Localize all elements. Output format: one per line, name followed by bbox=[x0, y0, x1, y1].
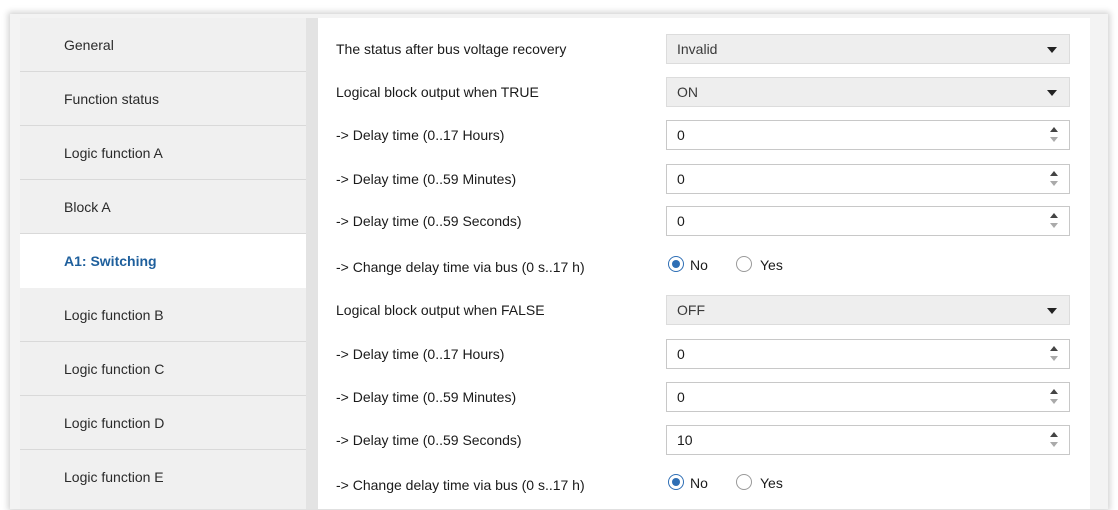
param-row-false-delay-seconds: -> Delay time (0..59 Seconds) bbox=[318, 425, 1090, 467]
false-delay-seconds-stepper[interactable] bbox=[666, 425, 1070, 455]
param-label: -> Delay time (0..59 Minutes) bbox=[336, 389, 517, 405]
param-row-true-delay-minutes: -> Delay time (0..59 Minutes) bbox=[318, 164, 1090, 206]
radio-no-label[interactable]: No bbox=[690, 250, 708, 280]
param-label: Logical block output when TRUE bbox=[336, 84, 539, 100]
param-label: -> Delay time (0..17 Hours) bbox=[336, 127, 505, 143]
parameter-panel: The status after bus voltage recovery In… bbox=[318, 18, 1090, 509]
output-when-true-select[interactable]: ON bbox=[666, 77, 1070, 107]
sidebar-item-block-a[interactable]: Block A bbox=[20, 180, 306, 234]
sidebar-item-a1-switching[interactable]: A1: Switching bbox=[20, 234, 306, 288]
true-delay-minutes-stepper[interactable] bbox=[666, 164, 1070, 194]
chevron-down-icon bbox=[1047, 90, 1057, 96]
param-row-output-when-false: Logical block output when FALSE OFF bbox=[318, 295, 1090, 337]
sidebar-item-logic-function-b[interactable]: Logic function B bbox=[20, 288, 306, 342]
output-when-false-select[interactable]: OFF bbox=[666, 295, 1070, 325]
false-delay-seconds-input[interactable] bbox=[667, 426, 1047, 454]
radio-no[interactable] bbox=[668, 474, 684, 490]
panel-divider[interactable] bbox=[306, 18, 318, 509]
stepper-arrows-icon[interactable] bbox=[1049, 127, 1059, 145]
param-row-true-delay-hours: -> Delay time (0..17 Hours) bbox=[318, 120, 1090, 162]
radio-yes-label[interactable]: Yes bbox=[760, 468, 783, 498]
true-delay-hours-input[interactable] bbox=[667, 121, 1047, 149]
param-row-true-change-delay-via-bus: -> Change delay time via bus (0 s..17 h)… bbox=[318, 250, 1090, 292]
stepper-arrows-icon[interactable] bbox=[1049, 213, 1059, 231]
select-value: OFF bbox=[677, 302, 705, 318]
stepper-arrows-icon[interactable] bbox=[1049, 171, 1059, 189]
stepper-arrows-icon[interactable] bbox=[1049, 432, 1059, 450]
sidebar-item-logic-function-e[interactable]: Logic function E bbox=[20, 450, 306, 504]
param-row-bus-recovery-status: The status after bus voltage recovery In… bbox=[318, 34, 1090, 76]
stepper-arrows-icon[interactable] bbox=[1049, 346, 1059, 364]
select-value: ON bbox=[677, 84, 698, 100]
radio-yes-label[interactable]: Yes bbox=[760, 250, 783, 280]
false-delay-hours-stepper[interactable] bbox=[666, 339, 1070, 369]
radio-yes[interactable] bbox=[736, 474, 752, 490]
sidebar-item-logic-function-c[interactable]: Logic function C bbox=[20, 342, 306, 396]
sidebar-item-logic-function-a[interactable]: Logic function A bbox=[20, 126, 306, 180]
chevron-down-icon bbox=[1047, 308, 1057, 314]
sidebar-item-function-status[interactable]: Function status bbox=[20, 72, 306, 126]
param-label: -> Delay time (0..59 Seconds) bbox=[336, 432, 522, 448]
true-delay-hours-stepper[interactable] bbox=[666, 120, 1070, 150]
param-row-output-when-true: Logical block output when TRUE ON bbox=[318, 77, 1090, 119]
param-label: The status after bus voltage recovery bbox=[336, 41, 567, 57]
param-label: Logical block output when FALSE bbox=[336, 302, 545, 318]
select-value: Invalid bbox=[677, 41, 718, 57]
sidebar: General Function status Logic function A… bbox=[20, 18, 306, 509]
param-label: -> Delay time (0..59 Minutes) bbox=[336, 171, 517, 187]
true-delay-seconds-input[interactable] bbox=[667, 207, 1047, 235]
false-delay-hours-input[interactable] bbox=[667, 340, 1047, 368]
sidebar-item-general[interactable]: General bbox=[20, 18, 306, 72]
true-delay-minutes-input[interactable] bbox=[667, 165, 1047, 193]
radio-no-label[interactable]: No bbox=[690, 468, 708, 498]
stepper-arrows-icon[interactable] bbox=[1049, 389, 1059, 407]
chevron-down-icon bbox=[1047, 47, 1057, 53]
param-label: -> Delay time (0..59 Seconds) bbox=[336, 213, 522, 229]
param-row-false-change-delay-via-bus: -> Change delay time via bus (0 s..17 h)… bbox=[318, 468, 1090, 510]
false-delay-minutes-input[interactable] bbox=[667, 383, 1047, 411]
radio-yes[interactable] bbox=[736, 256, 752, 272]
param-label: -> Change delay time via bus (0 s..17 h) bbox=[336, 259, 585, 275]
param-row-false-delay-minutes: -> Delay time (0..59 Minutes) bbox=[318, 382, 1090, 424]
param-label: -> Change delay time via bus (0 s..17 h) bbox=[336, 477, 585, 493]
param-row-false-delay-hours: -> Delay time (0..17 Hours) bbox=[318, 339, 1090, 381]
param-label: -> Delay time (0..17 Hours) bbox=[336, 346, 505, 362]
true-delay-seconds-stepper[interactable] bbox=[666, 206, 1070, 236]
param-row-true-delay-seconds: -> Delay time (0..59 Seconds) bbox=[318, 206, 1090, 248]
false-delay-minutes-stepper[interactable] bbox=[666, 382, 1070, 412]
sidebar-item-logic-function-d[interactable]: Logic function D bbox=[20, 396, 306, 450]
bus-recovery-status-select[interactable]: Invalid bbox=[666, 34, 1070, 64]
radio-no[interactable] bbox=[668, 256, 684, 272]
